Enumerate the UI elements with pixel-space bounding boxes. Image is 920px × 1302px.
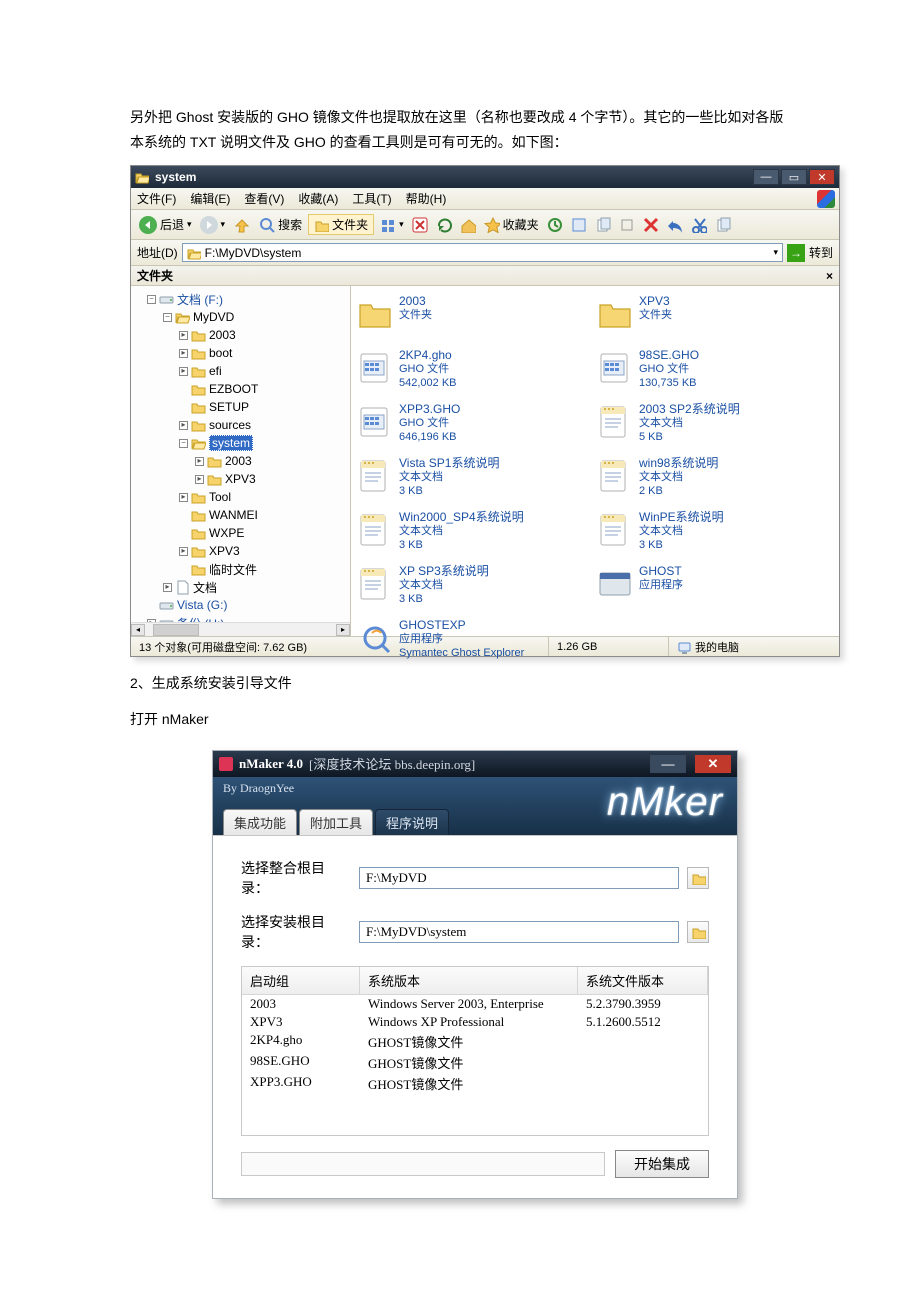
windows-flag-icon (817, 190, 835, 208)
refresh-icon[interactable] (434, 217, 454, 233)
th-filever[interactable]: 系统文件版本 (578, 967, 708, 994)
start-integrate-button[interactable]: 开始集成 (615, 1150, 709, 1178)
input-install-dir[interactable]: F:\MyDVD\system (359, 921, 679, 943)
up-button[interactable] (231, 216, 253, 234)
status-box (241, 1152, 605, 1176)
folders-pane-title: 文件夹 × (131, 266, 839, 286)
address-label: 地址(D) (137, 244, 178, 261)
window-title: system (155, 170, 753, 184)
file-item[interactable]: 98SE.GHOGHO 文件130,735 KB (595, 346, 835, 400)
menu-bar: 文件(F) 编辑(E) 查看(V) 收藏(A) 工具(T) 帮助(H) (131, 188, 839, 210)
browse-install-button[interactable] (687, 921, 709, 943)
file-item[interactable]: win98系统说明文本文档2 KB (595, 454, 835, 508)
nmaker-logo: nMker (607, 777, 723, 829)
toolbar-icon-c[interactable] (617, 217, 637, 233)
file-item[interactable]: 2KP4.ghoGHO 文件542,002 KB (355, 346, 595, 400)
input-root-dir[interactable]: F:\MyDVD (359, 867, 679, 889)
toolbar-icon-b[interactable] (593, 217, 613, 233)
menu-view[interactable]: 查看(V) (244, 190, 284, 207)
file-item[interactable]: 2003 SP2系统说明文本文档5 KB (595, 400, 835, 454)
delete-icon[interactable] (410, 217, 430, 233)
status-location: 我的电脑 (695, 639, 739, 655)
label-root-dir: 选择整合根目录： (241, 858, 351, 898)
systems-table[interactable]: 启动组 系统版本 系统文件版本 2003Windows Server 2003,… (241, 966, 709, 1136)
table-row[interactable]: XPP3.GHOGHOST镜像文件 (242, 1073, 708, 1094)
address-path: F:\MyDVD\system (205, 246, 302, 260)
file-item[interactable]: WinPE系统说明文本文档3 KB (595, 508, 835, 562)
nmaker-window: nMaker 4.0 [深度技术论坛 bbs.deepin.org] — ✕ B… (212, 750, 738, 1199)
menu-file[interactable]: 文件(F) (137, 190, 176, 207)
intro-p1: 另外把 Ghost 安装版的 GHO 镜像文件也提取放在这里（名称也要改成 4 … (130, 105, 790, 155)
menu-tools[interactable]: 工具(T) (352, 190, 391, 207)
maximize-button[interactable]: ▭ (781, 169, 807, 185)
intro-p3: 打开 nMaker (130, 707, 790, 732)
table-row[interactable]: 2KP4.ghoGHOST镜像文件 (242, 1031, 708, 1052)
address-dropdown-icon[interactable]: ▾ (773, 247, 778, 258)
nmaker-close-button[interactable]: ✕ (695, 755, 731, 773)
cut-icon[interactable] (689, 217, 709, 233)
nmaker-subtitle: [深度技术论坛 bbs.deepin.org] (309, 754, 475, 773)
folder-icon (135, 170, 149, 184)
favorites-button[interactable]: 收藏夹 (482, 216, 541, 233)
tab-about[interactable]: 程序说明 (375, 809, 449, 835)
intro-p2: 2、生成系统安装引导文件 (130, 671, 790, 696)
file-item[interactable]: 2003文件夹 (355, 292, 595, 346)
status-size: 1.26 GB (549, 637, 669, 656)
file-list[interactable]: 2003文件夹 XPV3文件夹 2KP4.ghoGHO 文件542,002 KB… (351, 286, 839, 636)
menu-edit[interactable]: 编辑(E) (190, 190, 230, 207)
file-item[interactable]: XP SP3系统说明文本文档3 KB (355, 562, 595, 616)
back-button[interactable]: 后退▾ (137, 216, 194, 234)
history-icon[interactable] (545, 217, 565, 233)
tab-addon[interactable]: 附加工具 (299, 809, 373, 835)
table-row[interactable]: 98SE.GHOGHOST镜像文件 (242, 1052, 708, 1073)
views-button[interactable]: ▾ (378, 217, 406, 233)
table-row[interactable]: 2003Windows Server 2003, Enterprise5.2.3… (242, 995, 708, 1013)
forward-button[interactable]: ▾ (198, 216, 228, 234)
file-item[interactable]: GHOST应用程序 (595, 562, 835, 616)
toolbar-icon-a[interactable] (569, 217, 589, 233)
explorer-titlebar[interactable]: system — ▭ ✕ (131, 166, 839, 188)
undo-icon[interactable] (665, 217, 685, 233)
explorer-window: system — ▭ ✕ 文件(F) 编辑(E) 查看(V) 收藏(A) 工具(… (130, 165, 840, 657)
tree-h-scrollbar[interactable]: ◂▸ (131, 622, 350, 636)
th-version[interactable]: 系统版本 (360, 967, 578, 994)
address-input[interactable]: F:\MyDVD\system ▾ (182, 243, 783, 262)
nmaker-minimize-button[interactable]: — (650, 755, 686, 773)
toolbar: 后退▾ ▾ 搜索 文件夹 ▾ 收藏夹 (131, 210, 839, 240)
tab-integrate[interactable]: 集成功能 (223, 809, 297, 835)
go-label: 转到 (809, 244, 833, 261)
file-item[interactable]: XPV3文件夹 (595, 292, 835, 346)
menu-help[interactable]: 帮助(H) (406, 190, 447, 207)
minimize-button[interactable]: — (753, 169, 779, 185)
folders-button[interactable]: 文件夹 (308, 214, 374, 235)
search-button[interactable]: 搜索 (257, 216, 304, 233)
delete-x-icon[interactable] (641, 217, 661, 233)
label-install-dir: 选择安装根目录： (241, 912, 351, 952)
th-group[interactable]: 启动组 (242, 967, 360, 994)
status-bar: 13 个对象(可用磁盘空间: 7.62 GB) 1.26 GB 我的电脑 (131, 636, 839, 656)
file-item[interactable]: XPP3.GHOGHO 文件646,196 KB (355, 400, 595, 454)
file-item[interactable]: Vista SP1系统说明文本文档3 KB (355, 454, 595, 508)
folder-tree[interactable]: −文档 (F:) −MyDVD ▸2003 ▸boot ▸efi EZBOOT … (131, 286, 351, 636)
menu-favorites[interactable]: 收藏(A) (298, 190, 338, 207)
home-icon[interactable] (458, 217, 478, 233)
table-row[interactable]: XPV3Windows XP Professional5.1.2600.5512 (242, 1013, 708, 1031)
nmaker-app-icon (219, 757, 233, 771)
folders-pane-close-icon[interactable]: × (826, 269, 833, 283)
address-bar: 地址(D) F:\MyDVD\system ▾ → 转到 (131, 240, 839, 266)
copy-icon[interactable] (713, 217, 733, 233)
tree-node-system[interactable]: −system (133, 434, 348, 452)
file-item[interactable]: Win2000_SP4系统说明文本文档3 KB (355, 508, 595, 562)
nmaker-title: nMaker 4.0 (239, 756, 303, 772)
close-button[interactable]: ✕ (809, 169, 835, 185)
nmaker-header-band: By DraognYee nMker 集成功能 附加工具 程序说明 (213, 777, 737, 835)
go-button[interactable]: → (787, 244, 805, 262)
browse-root-button[interactable] (687, 867, 709, 889)
status-items: 13 个对象(可用磁盘空间: 7.62 GB) (131, 637, 549, 656)
nmaker-titlebar[interactable]: nMaker 4.0 [深度技术论坛 bbs.deepin.org] — ✕ (213, 751, 737, 777)
